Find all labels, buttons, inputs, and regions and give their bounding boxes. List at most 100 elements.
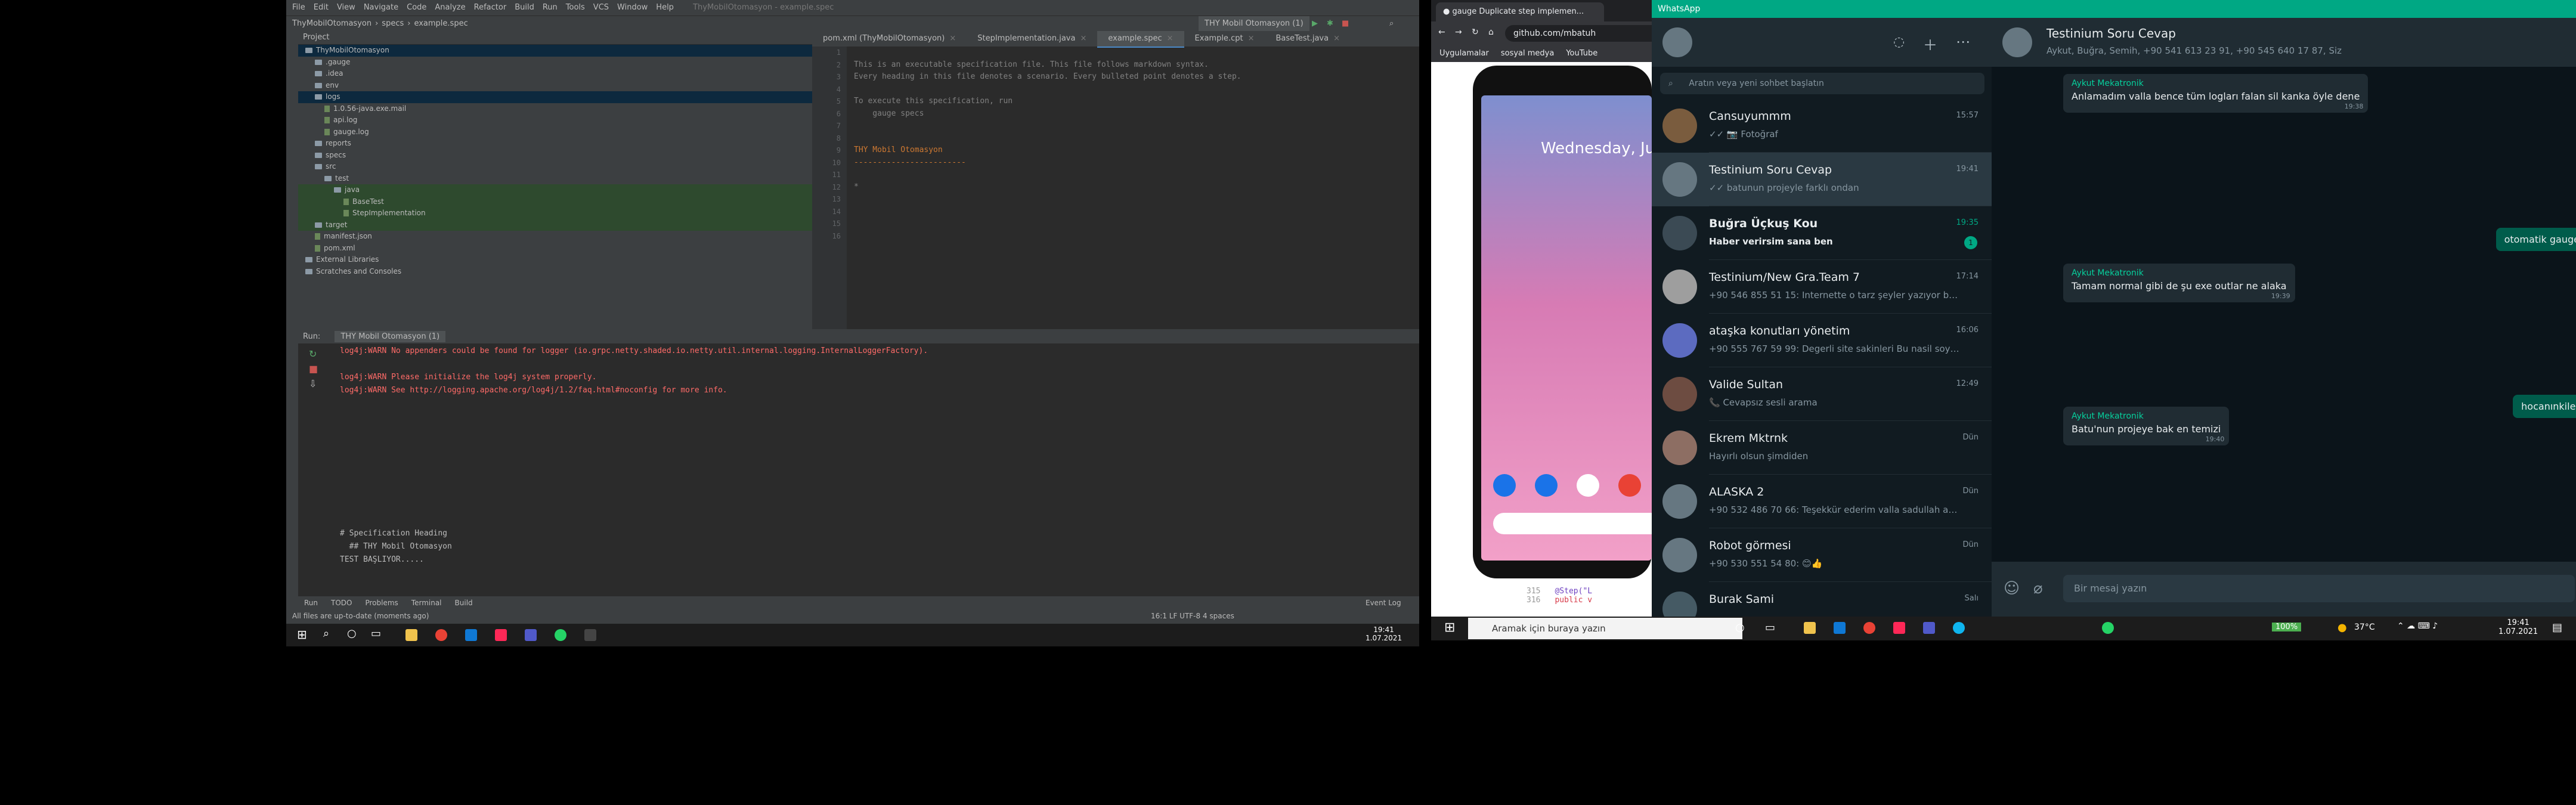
rerun-icon[interactable]: ↻: [309, 348, 328, 360]
forward-icon[interactable]: →: [1455, 27, 1462, 37]
edge-icon[interactable]: [1953, 622, 1965, 634]
bottom-tab[interactable]: Build: [455, 599, 473, 607]
tree-item[interactable]: External Libraries: [298, 254, 812, 266]
editor-tab[interactable]: example.spec ×: [1097, 31, 1184, 48]
chat-item[interactable]: Testinium Soru Cevap 19:41 ✓✓ batunun proj…: [1652, 153, 1992, 206]
breadcrumb-item[interactable]: example.spec: [414, 19, 467, 28]
tree-item[interactable]: src: [298, 161, 812, 173]
messages-icon[interactable]: [1535, 474, 1558, 497]
bookmark-item[interactable]: sosyal medya: [1501, 49, 1554, 58]
stop-icon[interactable]: ■: [1342, 16, 1349, 32]
taskview-icon[interactable]: ▭: [371, 627, 381, 640]
chat-item[interactable]: Buğra Üçkuş Kou 19:35 Haber verirsim sana …: [1652, 206, 1992, 260]
back-icon[interactable]: ←: [1438, 27, 1445, 37]
message-input[interactable]: Bir mesaj yazın: [2063, 575, 2575, 602]
chrome-icon[interactable]: [435, 629, 447, 641]
bottom-tab[interactable]: Problems: [365, 599, 398, 607]
conversation-title[interactable]: Testinium Soru Cevap: [2046, 26, 2176, 41]
intellij-icon[interactable]: [495, 629, 507, 641]
new-chat-icon[interactable]: ＋: [1923, 33, 1937, 54]
close-icon[interactable]: ×: [1333, 34, 1340, 43]
tree-item[interactable]: .idea: [298, 68, 812, 80]
menu-item[interactable]: Run: [543, 3, 558, 12]
incoming-message[interactable]: Aykut Mekatronik Batu'nun projeye bak en …: [2063, 407, 2230, 445]
teams-icon[interactable]: [1923, 622, 1935, 634]
bottom-tab[interactable]: Terminal: [411, 599, 442, 607]
editor-tab[interactable]: StepImplementation.java ×: [967, 31, 1097, 47]
editor-tab[interactable]: BaseTest.java ×: [1265, 31, 1351, 47]
phone-search-bar[interactable]: [1493, 513, 1652, 534]
chat-item[interactable]: Burak Sami Salı: [1652, 582, 1992, 617]
tree-item[interactable]: manifest.json: [298, 231, 812, 243]
bookmark-item[interactable]: YouTube: [1566, 49, 1597, 58]
stop-run-icon[interactable]: ■: [309, 363, 328, 374]
whatsapp-icon[interactable]: [555, 629, 566, 641]
outgoing-message[interactable]: hocanınkiler: [2513, 395, 2576, 418]
tree-item[interactable]: api.log: [298, 114, 812, 126]
tree-item[interactable]: specs: [298, 150, 812, 162]
menu-item[interactable]: Code: [407, 3, 426, 12]
chrome-icon[interactable]: [1618, 474, 1641, 497]
teams-icon[interactable]: [525, 629, 537, 641]
close-icon[interactable]: ×: [1248, 34, 1255, 43]
attach-icon[interactable]: ⌀: [2033, 580, 2043, 597]
bottom-tab[interactable]: TODO: [331, 599, 352, 607]
whatsapp-icon[interactable]: [2102, 622, 2114, 634]
project-label[interactable]: Project: [303, 33, 329, 42]
browser-tab[interactable]: ● gauge Duplicate step implemen...: [1436, 2, 1604, 21]
editor-tab[interactable]: Example.cpt ×: [1184, 31, 1265, 47]
home-icon[interactable]: ⌂: [1488, 27, 1494, 37]
menu-item[interactable]: Analyze: [435, 3, 465, 12]
menu-item[interactable]: VCS: [593, 3, 609, 12]
windows-start-icon[interactable]: ⊞: [297, 627, 307, 642]
editor-tab[interactable]: pom.xml (ThyMobilOtomasyon) ×: [812, 31, 967, 47]
notification-icon[interactable]: ▤: [2552, 621, 2562, 634]
outgoing-message[interactable]: otomatik gauge: [2496, 228, 2576, 251]
emoji-icon[interactable]: ☺: [2004, 580, 2020, 597]
avatar[interactable]: [1662, 27, 1692, 57]
taskbar-search[interactable]: Aramak için buraya yazın: [1468, 618, 1742, 639]
tree-item[interactable]: env: [298, 80, 812, 92]
tree-item[interactable]: ThyMobilOtomasyon: [298, 45, 812, 57]
tree-item[interactable]: .gauge: [298, 57, 812, 69]
run-tab[interactable]: THY Mobil Otomasyon (1): [335, 331, 446, 342]
status-icon[interactable]: ◌: [1893, 35, 1905, 49]
mail-icon[interactable]: [465, 629, 477, 641]
chat-item[interactable]: Robot görmesi Dün +90 530 551 54 80: 😊👍: [1652, 528, 1992, 582]
menu-icon[interactable]: ⋯: [1956, 33, 1970, 50]
close-icon[interactable]: ×: [949, 34, 956, 43]
chat-item[interactable]: Testinium/New Gra.Team 7 17:14 +90 546 855…: [1652, 260, 1992, 314]
chrome-icon[interactable]: [1863, 622, 1875, 634]
search-icon[interactable]: ⌕: [323, 627, 329, 640]
menu-item[interactable]: Tools: [566, 3, 585, 12]
bottom-tab[interactable]: Run: [304, 599, 318, 607]
scroll-icon[interactable]: ⇩: [309, 378, 328, 389]
tree-item[interactable]: reports: [298, 138, 812, 150]
chat-item[interactable]: Valide Sultan 12:49 📞 Cevapsız sesli arama: [1652, 367, 1992, 421]
phone-icon[interactable]: [1493, 474, 1516, 497]
file-explorer-icon[interactable]: [405, 629, 417, 641]
menu-item[interactable]: File: [292, 3, 305, 12]
address-bar[interactable]: github.com/mbatuh: [1505, 25, 1652, 42]
tree-item[interactable]: target: [298, 219, 812, 231]
menu-item[interactable]: Edit: [314, 3, 329, 12]
battery-indicator[interactable]: 100%: [2272, 623, 2302, 631]
incoming-message[interactable]: Aykut Mekatronik Tamam normal gibi de şu …: [2063, 264, 2295, 302]
run-config-select[interactable]: THY Mobil Otomasyon (1): [1199, 16, 1309, 32]
menu-item[interactable]: Window: [617, 3, 648, 12]
close-icon[interactable]: ×: [1080, 34, 1086, 43]
tree-item[interactable]: BaseTest: [298, 196, 812, 208]
play-store-icon[interactable]: [1577, 474, 1599, 497]
chat-item[interactable]: ALASKA 2 Dün +90 532 486 70 66: Teşekkür e…: [1652, 475, 1992, 528]
run-icon[interactable]: ▶: [1312, 16, 1318, 32]
menu-item[interactable]: Refactor: [474, 3, 507, 12]
breadcrumb-item[interactable]: specs: [382, 19, 404, 28]
tree-item[interactable]: 1.0.56-java.exe.mail: [298, 103, 812, 115]
bookmark-item[interactable]: Uygulamalar: [1439, 49, 1489, 58]
menu-item[interactable]: Help: [656, 3, 674, 12]
menu-item[interactable]: Navigate: [364, 3, 398, 12]
tree-item[interactable]: StepImplementation: [298, 208, 812, 219]
event-log-link[interactable]: Event Log: [1366, 596, 1401, 609]
intellij-icon[interactable]: [1893, 622, 1905, 634]
incoming-message[interactable]: Aykut Mekatronik Anlamadım valla bence tü…: [2063, 74, 2368, 113]
